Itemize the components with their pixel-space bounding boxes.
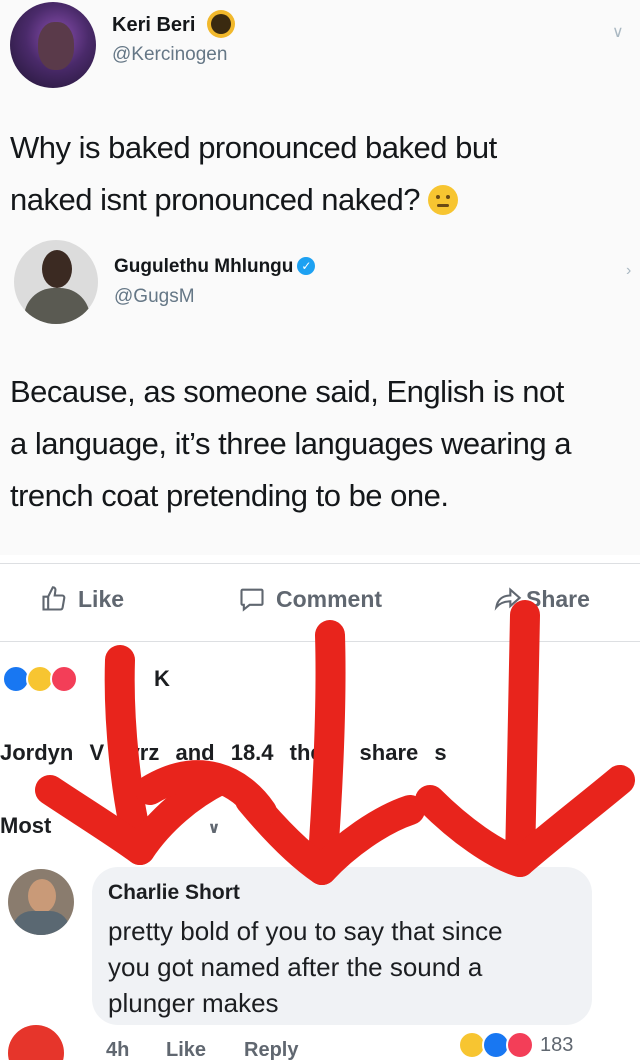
comment-like-link[interactable]: Like [166,1039,206,1060]
reactions-summary[interactable]: K [2,665,170,693]
comment-label: Comment [276,585,383,612]
comment-text: pretty bold of you to say that since you… [108,913,578,1021]
chevron-down-icon: ∨ [207,820,221,837]
thumbs-up-icon [42,586,66,611]
comment-time: 4h [106,1039,130,1060]
comment-line1: pretty bold of you to say that since [108,916,503,946]
facebook-post: Like Comment Share K Jordyn V tyrz and 1… [0,555,640,1060]
like-label: Like [78,585,125,612]
reactions-count[interactable]: K [154,666,170,692]
shares-summary[interactable]: Jordyn V tyrz and 18.4 thers share s [0,740,447,766]
thinking-face-icon [428,185,459,215]
author1-name-row[interactable]: Keri Beri [112,14,231,37]
share-arrow-icon [494,587,522,611]
comment-reactions[interactable]: 183 [458,1031,573,1059]
verified-badge-icon: ✓ [297,257,316,275]
tweet1-line1: Why is baked pronounced baked but [10,130,497,165]
next-commenter-avatar[interactable] [8,1025,64,1060]
tweet1-text: Why is baked pronounced baked but naked … [10,122,497,226]
share-button[interactable]: Share [494,585,590,613]
actions-divider [0,641,640,642]
comment-bubble: Charlie Short pretty bold of you to say … [92,867,592,1025]
author2-handle[interactable]: @GugsM [114,286,195,308]
comment-reaction-count: 183 [540,1033,574,1056]
love-icon [50,665,78,693]
like-button[interactable]: Like [40,585,124,613]
love-icon [506,1031,534,1059]
keri-beri-avatar[interactable] [10,2,96,88]
sort-label: Most [0,813,52,838]
author2-name[interactable]: Gugulethu Mhlungu [114,256,293,277]
sunflower-icon [210,14,231,34]
tweet2-menu-chevron-icon[interactable]: › [626,262,631,280]
author1-handle[interactable]: @Kercinogen [112,44,227,66]
speech-bubble-icon [240,588,264,612]
comment-button[interactable]: Comment [238,585,382,613]
tweet2-line2: a language, it’s three languages wearing… [10,426,571,461]
tweet1-menu-chevron-icon[interactable]: ∨ [612,22,624,42]
charlie-short-avatar[interactable] [8,869,74,935]
comment-line2: you got named after the sound a [108,952,483,982]
gugulethu-avatar[interactable] [14,240,98,324]
tweet2-text: Because, as someone said, English is not… [10,366,571,522]
comment-sort-dropdown[interactable]: Most ∨ [0,813,220,839]
tweet1-line2: naked isnt pronounced naked? [10,182,421,217]
share-label: Share [526,585,590,612]
author2-name-row[interactable]: Gugulethu Mhlungu ✓ [114,256,316,278]
comment-line3: plunger makes [108,988,279,1018]
tweet2-line1: Because, as someone said, English is not [10,374,564,409]
tweet2-line3: trench coat pretending to be one. [10,478,449,513]
comment-author[interactable]: Charlie Short [108,881,240,905]
tweet-screenshot: Keri Beri @Kercinogen ∨ Why is baked pro… [0,0,640,555]
comment-reply-link[interactable]: Reply [244,1039,298,1060]
author1-name[interactable]: Keri Beri [112,14,195,36]
tweet1-line2-row: naked isnt pronounced naked? [10,174,497,226]
top-divider [0,563,640,564]
